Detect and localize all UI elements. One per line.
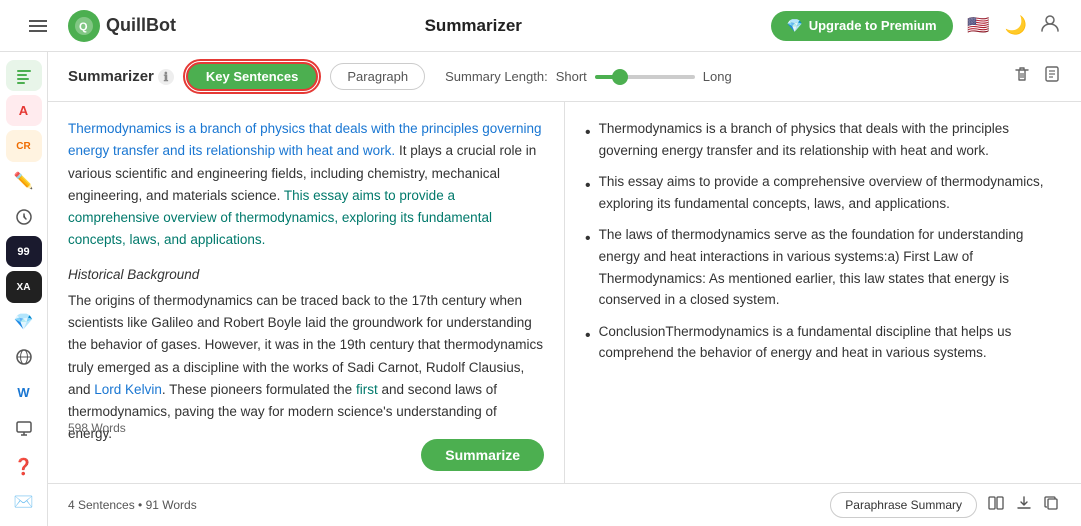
- nav-right: 💎 Upgrade to Premium 🇺🇸 🌙: [771, 11, 1061, 41]
- clear-button[interactable]: [1013, 65, 1031, 88]
- input-editor[interactable]: Thermodynamics is a branch of physics th…: [48, 102, 565, 483]
- svg-text:Q: Q: [79, 21, 88, 33]
- body-text-3: . These pioneers formulated the: [162, 382, 356, 397]
- input-text: Thermodynamics is a branch of physics th…: [68, 118, 544, 446]
- bullet-item: • Thermodynamics is a branch of physics t…: [585, 118, 1061, 161]
- hamburger-icon: [29, 20, 47, 32]
- bullet-item: • The laws of thermodynamics serve as the…: [585, 224, 1061, 310]
- length-slider[interactable]: [595, 75, 695, 79]
- page-title: Summarizer: [425, 16, 522, 36]
- slider-container: [595, 75, 695, 79]
- sidebar-item-mail[interactable]: ✉️: [6, 487, 42, 518]
- bullet-text: ConclusionThermodynamics is a fundamenta…: [599, 321, 1061, 364]
- logo: Q QuillBot: [68, 10, 176, 42]
- sentences-count: 4 Sentences • 91 Words: [68, 498, 197, 512]
- sidebar-item-translate[interactable]: XA: [6, 271, 42, 302]
- sidebar-item-diamond[interactable]: 💎: [6, 307, 42, 338]
- toolbar: Summarizer ℹ Key Sentences Paragraph Sum…: [48, 52, 1081, 102]
- bullet-dot: •: [585, 120, 591, 146]
- first-link: first: [356, 382, 378, 397]
- section-title: Historical Background: [68, 264, 544, 286]
- key-sentences-button[interactable]: Key Sentences: [186, 62, 319, 91]
- flag-icon[interactable]: 🇺🇸: [965, 12, 993, 40]
- sidebar-item-globe[interactable]: [6, 342, 42, 373]
- dark-mode-toggle[interactable]: 🌙: [1005, 15, 1027, 36]
- logo-icon: Q: [68, 10, 100, 42]
- hamburger-menu[interactable]: [20, 8, 56, 44]
- notes-button[interactable]: [1043, 65, 1061, 88]
- lord-kelvin-link: Lord Kelvin: [94, 382, 162, 397]
- sidebar-item-circle[interactable]: [6, 201, 42, 232]
- sidebar-item-ai[interactable]: A: [6, 95, 42, 126]
- bullet-dot: •: [585, 226, 591, 252]
- paraphrase-summary-button[interactable]: Paraphrase Summary: [830, 492, 977, 518]
- output-editor: • Thermodynamics is a branch of physics t…: [565, 102, 1081, 483]
- download-button[interactable]: [1015, 494, 1033, 517]
- sidebar-item-cr[interactable]: CR: [6, 130, 42, 161]
- sidebar-item-word[interactable]: W: [6, 377, 42, 408]
- bullet-dot: •: [585, 323, 591, 349]
- word-count: 598 Words: [68, 421, 126, 435]
- main-layout: A CR ✏️ 99 XA 💎 W ❓ ✉️ Summarizer ℹ Key …: [0, 52, 1081, 526]
- summary-length-control: Summary Length: Short Long: [445, 69, 732, 84]
- logo-text: QuillBot: [106, 15, 176, 36]
- user-menu-button[interactable]: [1039, 12, 1061, 40]
- bullet-item: • ConclusionThermodynamics is a fundament…: [585, 321, 1061, 364]
- summarize-button[interactable]: Summarize: [421, 439, 544, 471]
- editors-container: Thermodynamics is a branch of physics th…: [48, 102, 1081, 483]
- nav-left: Q QuillBot: [20, 8, 176, 44]
- paragraph-button[interactable]: Paragraph: [330, 63, 425, 90]
- sidebar-item-screen[interactable]: [6, 412, 42, 443]
- sidebar-item-summarizer[interactable]: [6, 60, 42, 91]
- top-navigation: Q QuillBot Summarizer 💎 Upgrade to Premi…: [0, 0, 1081, 52]
- sidebar-item-pen[interactable]: ✏️: [6, 166, 42, 197]
- content-area: Summarizer ℹ Key Sentences Paragraph Sum…: [48, 52, 1081, 526]
- bullet-item: • This essay aims to provide a comprehens…: [585, 171, 1061, 214]
- bullet-text: This essay aims to provide a comprehensi…: [599, 171, 1061, 214]
- info-icon[interactable]: ℹ: [158, 69, 174, 85]
- sidebar-item-help[interactable]: ❓: [6, 452, 42, 483]
- sidebar-item-badge[interactable]: 99: [6, 236, 42, 267]
- summarizer-label: Summarizer ℹ: [68, 68, 174, 85]
- right-footer: 4 Sentences • 91 Words Paraphrase Summar…: [48, 483, 1081, 526]
- upgrade-button[interactable]: 💎 Upgrade to Premium: [771, 11, 953, 41]
- bullets-container: • Thermodynamics is a branch of physics t…: [585, 118, 1061, 364]
- bullet-text: The laws of thermodynamics serve as the …: [599, 224, 1061, 310]
- copy-button[interactable]: [1043, 494, 1061, 517]
- diamond-icon: 💎: [787, 18, 803, 34]
- sidebar: A CR ✏️ 99 XA 💎 W ❓ ✉️: [0, 52, 48, 526]
- split-view-button[interactable]: [987, 494, 1005, 517]
- bullet-dot: •: [585, 173, 591, 199]
- bullet-text: Thermodynamics is a branch of physics th…: [599, 118, 1061, 161]
